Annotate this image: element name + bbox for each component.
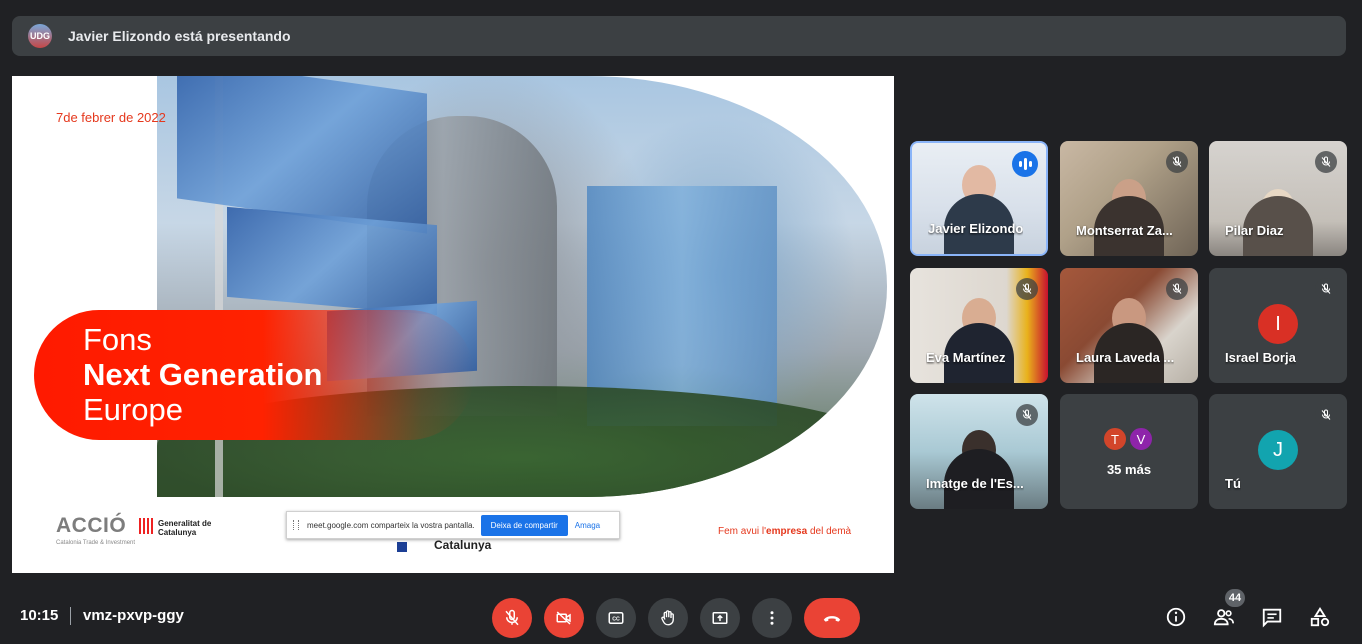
participant-avatar: I bbox=[1258, 304, 1298, 344]
leave-call-button[interactable] bbox=[804, 598, 860, 638]
slide-tagline: Fem avui l'empresa del demà bbox=[718, 526, 851, 537]
shared-presentation: 7de febrer de 2022 Fons Next Generation … bbox=[12, 76, 894, 573]
mic-off-icon bbox=[1315, 404, 1337, 426]
generalitat-logo: Generalitat de Catalunya bbox=[158, 519, 212, 537]
more-vert-icon bbox=[770, 611, 774, 625]
raise-hand-button[interactable] bbox=[648, 598, 688, 638]
participant-tile[interactable]: Imatge de l'Es... bbox=[910, 394, 1048, 509]
participant-name: Pilar Diaz bbox=[1225, 223, 1284, 238]
info-icon bbox=[1166, 607, 1186, 627]
participant-avatar: V bbox=[1128, 426, 1154, 452]
slide-date: 7de febrer de 2022 bbox=[56, 110, 166, 125]
drag-handle-icon[interactable] bbox=[293, 520, 299, 530]
participant-tile[interactable]: Pilar Diaz bbox=[1209, 141, 1347, 256]
presenter-text: Javier Elizondo está presentando bbox=[68, 28, 291, 44]
presenter-banner: UDG Javier Elizondo está presentando bbox=[12, 16, 1346, 56]
mic-off-icon bbox=[1315, 151, 1337, 173]
slide-title: Fons Next Generation Europe bbox=[83, 322, 322, 427]
people-count-badge: 44 bbox=[1225, 589, 1245, 607]
mic-toggle-button[interactable] bbox=[492, 598, 532, 638]
participant-name: Javier Elizondo bbox=[928, 221, 1024, 236]
self-tile[interactable]: J Tú bbox=[1209, 394, 1347, 509]
participant-name: Laura Laveda ... bbox=[1076, 350, 1175, 365]
title-line-2: Next Generation bbox=[83, 357, 323, 392]
screen-share-bar: meet.google.com comparteix la vostra pan… bbox=[286, 511, 620, 539]
participant-tile[interactable]: Eva Martínez bbox=[910, 268, 1048, 383]
captions-button[interactable]: CC bbox=[596, 598, 636, 638]
svg-text:CC: CC bbox=[612, 617, 620, 623]
people-button[interactable] bbox=[1211, 604, 1237, 630]
title-line-3: Europe bbox=[83, 392, 183, 427]
participant-tile[interactable]: Javier Elizondo bbox=[910, 141, 1048, 256]
hide-button[interactable]: Amaga bbox=[575, 521, 600, 530]
speaking-indicator-icon bbox=[1012, 151, 1038, 177]
eu-flag bbox=[227, 206, 437, 316]
closed-captions-icon: CC bbox=[608, 612, 624, 624]
mic-off-icon bbox=[1166, 151, 1188, 173]
participant-name: Eva Martínez bbox=[926, 350, 1006, 365]
tagline-post: del demà bbox=[807, 526, 852, 537]
participant-tile[interactable]: I Israel Borja bbox=[1209, 268, 1347, 383]
more-participants-label: 35 más bbox=[1106, 462, 1152, 477]
participant-name: Montserrat Za... bbox=[1076, 223, 1173, 238]
participant-avatar: J bbox=[1258, 430, 1298, 470]
title-line-1: Fons bbox=[83, 322, 152, 357]
chat-button[interactable] bbox=[1259, 604, 1285, 630]
mic-off-icon bbox=[1016, 278, 1038, 300]
accio-logo: ACCIÓ bbox=[56, 514, 127, 537]
present-screen-icon bbox=[712, 612, 728, 624]
divider bbox=[70, 607, 71, 625]
mic-off-icon bbox=[1166, 278, 1188, 300]
meeting-time: 10:15 bbox=[20, 607, 59, 624]
tagline-pre: Fem avui l' bbox=[718, 526, 767, 537]
participant-avatar: T bbox=[1102, 426, 1128, 452]
hang-up-icon bbox=[823, 616, 841, 622]
activities-button[interactable] bbox=[1307, 604, 1333, 630]
camera-off-icon bbox=[556, 611, 571, 625]
tagline-bold: empresa bbox=[766, 526, 808, 537]
participant-tile[interactable]: Laura Laveda ... bbox=[1060, 268, 1198, 383]
catalunya-mark-icon bbox=[397, 542, 407, 552]
participant-tile[interactable]: Montserrat Za... bbox=[1060, 141, 1198, 256]
more-options-button[interactable] bbox=[752, 598, 792, 638]
hand-icon bbox=[661, 610, 674, 626]
activities-shapes-icon bbox=[1310, 607, 1330, 627]
present-button[interactable] bbox=[700, 598, 740, 638]
chat-icon bbox=[1262, 608, 1282, 628]
more-participants-tile[interactable]: T V 35 más bbox=[1060, 394, 1198, 509]
catalunya-logo: Catalunya bbox=[434, 538, 492, 552]
camera-toggle-button[interactable] bbox=[544, 598, 584, 638]
people-icon bbox=[1213, 609, 1234, 626]
participant-name: Imatge de l'Es... bbox=[926, 476, 1024, 491]
accio-logo-subtitle: Catalonia Trade & Investment bbox=[56, 540, 136, 546]
participant-name: Tú bbox=[1225, 476, 1241, 491]
mic-off-icon bbox=[1016, 404, 1038, 426]
meeting-code: vmz-pxvp-ggy bbox=[83, 607, 184, 624]
generalitat-mark-icon bbox=[139, 518, 153, 534]
presenter-avatar: UDG bbox=[28, 24, 52, 48]
participant-name: Israel Borja bbox=[1225, 350, 1296, 365]
share-message: meet.google.com comparteix la vostra pan… bbox=[307, 520, 475, 530]
stop-sharing-button[interactable]: Deixa de compartir bbox=[480, 514, 568, 536]
mic-off-icon bbox=[1315, 278, 1337, 300]
meeting-details-button[interactable] bbox=[1163, 604, 1189, 630]
mic-off-icon bbox=[505, 609, 519, 626]
